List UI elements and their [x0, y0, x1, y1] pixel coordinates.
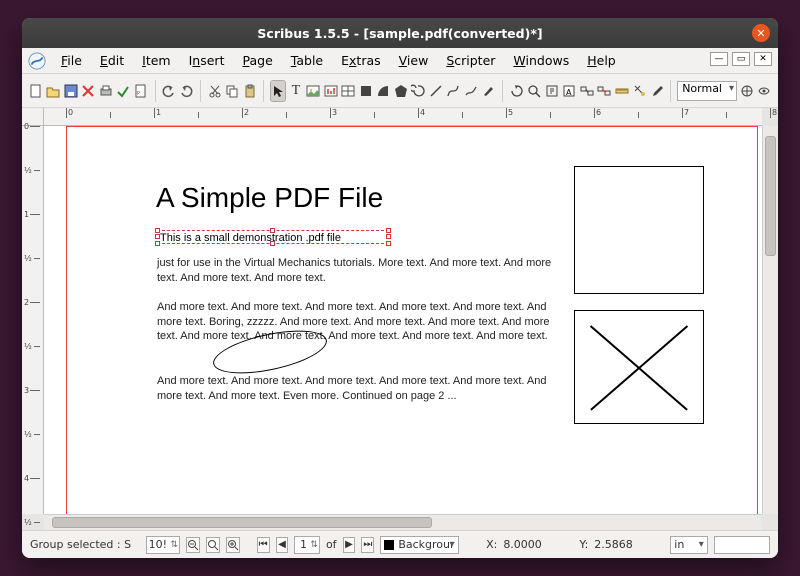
svg-text:P: P: [137, 91, 140, 97]
unit-label: in: [674, 538, 684, 551]
select-tool[interactable]: [270, 80, 286, 102]
horizontal-scroll-thumb[interactable]: [52, 517, 432, 528]
close-doc-button[interactable]: [81, 80, 97, 102]
menu-windows[interactable]: Windows: [506, 50, 576, 71]
spiral-tool[interactable]: [411, 80, 427, 102]
workspace: 012345678 0½1½2½3½4½ A Simple PDF File T…: [22, 108, 778, 530]
redo-button[interactable]: [179, 80, 195, 102]
toolbar: P T A Normal: [22, 74, 778, 108]
story-editor-tool[interactable]: A: [561, 80, 577, 102]
zoom-input[interactable]: 10!: [146, 536, 180, 554]
layer-select[interactable]: Backgrour: [380, 536, 458, 554]
coord-y-value: 2.5868: [594, 538, 664, 551]
selected-text-frame[interactable]: This is a small demonstration .pdf file: [157, 230, 389, 244]
arc-tool[interactable]: [376, 80, 392, 102]
menu-insert[interactable]: Insert: [182, 50, 232, 71]
preview-mode-label: Normal: [682, 82, 722, 95]
vertical-scrollbar[interactable]: [762, 126, 778, 514]
bezier-tool[interactable]: [446, 80, 462, 102]
menu-scripter[interactable]: Scripter: [439, 50, 502, 71]
paste-button[interactable]: [242, 80, 258, 102]
cut-button[interactable]: [207, 80, 223, 102]
scribus-logo-icon: [28, 52, 46, 70]
menu-edit[interactable]: Edit: [93, 50, 131, 71]
next-page-button[interactable]: ▶: [343, 537, 356, 553]
mdi-close-button[interactable]: ✕: [754, 52, 772, 66]
mdi-restore-button[interactable]: ▭: [732, 52, 750, 66]
preview-button[interactable]: [757, 80, 773, 102]
measure-tool[interactable]: [614, 80, 630, 102]
menu-extras[interactable]: Extras: [334, 50, 388, 71]
zoom-out-button[interactable]: [186, 537, 200, 553]
unit-select[interactable]: in: [670, 536, 708, 554]
zoom-tool[interactable]: [526, 80, 542, 102]
body-paragraph-3[interactable]: And more text. And more text. And more t…: [157, 374, 557, 403]
window-title: Scribus 1.5.5 - [sample.pdf(converted)*]: [257, 26, 542, 41]
menu-table[interactable]: Table: [284, 50, 330, 71]
last-page-button[interactable]: ⏭: [361, 537, 374, 553]
preview-mode-select[interactable]: Normal: [677, 81, 737, 101]
render-frame-tool[interactable]: [323, 80, 339, 102]
first-page-button[interactable]: ⏮: [257, 537, 270, 553]
status-empty-field[interactable]: [714, 536, 770, 554]
zoom-in-button[interactable]: [226, 537, 240, 553]
unlink-frames-tool[interactable]: [596, 80, 612, 102]
page-canvas[interactable]: A Simple PDF File This is a small demons…: [44, 126, 762, 514]
body-paragraph-1[interactable]: just for use in the Virtual Mechanics tu…: [157, 256, 557, 285]
menu-view[interactable]: View: [392, 50, 436, 71]
print-button[interactable]: [98, 80, 114, 102]
shape-tool[interactable]: [358, 80, 374, 102]
app-window: Scribus 1.5.5 - [sample.pdf(converted)*]…: [22, 18, 778, 558]
table-tool[interactable]: [341, 80, 357, 102]
menu-page[interactable]: Page: [235, 50, 279, 71]
export-pdf-button[interactable]: P: [133, 80, 149, 102]
document-heading[interactable]: A Simple PDF File: [156, 182, 383, 214]
freehand-tool[interactable]: [463, 80, 479, 102]
prev-page-button[interactable]: ◀: [276, 537, 289, 553]
vertical-scroll-thumb[interactable]: [765, 136, 776, 256]
new-doc-button[interactable]: [28, 80, 44, 102]
preflight-button[interactable]: [116, 80, 132, 102]
mdi-minimize-button[interactable]: —: [710, 52, 728, 66]
vertical-ruler[interactable]: 0½1½2½3½4½: [22, 126, 44, 514]
image-frame-tool[interactable]: [306, 80, 322, 102]
zoom-reset-button[interactable]: [206, 537, 220, 553]
polygon-tool[interactable]: [393, 80, 409, 102]
horizontal-scrollbar[interactable]: [44, 514, 762, 530]
page-number-input[interactable]: 1: [294, 536, 320, 554]
empty-image-frame[interactable]: [574, 166, 704, 294]
horizontal-ruler[interactable]: 012345678: [44, 108, 762, 126]
menu-help[interactable]: Help: [580, 50, 623, 71]
save-button[interactable]: [63, 80, 79, 102]
copy-button[interactable]: [224, 80, 240, 102]
eyedropper-tool[interactable]: [649, 80, 665, 102]
line-tool[interactable]: [428, 80, 444, 102]
selected-text-content: This is a small demonstration .pdf file: [160, 232, 341, 244]
titlebar: Scribus 1.5.5 - [sample.pdf(converted)*]…: [22, 18, 778, 48]
svg-text:A: A: [566, 88, 572, 97]
toggle-cms-button[interactable]: [739, 80, 755, 102]
edit-contents-tool[interactable]: [544, 80, 560, 102]
text-frame-tool[interactable]: T: [288, 80, 304, 102]
link-frames-tool[interactable]: [579, 80, 595, 102]
body-paragraph-2[interactable]: And more text. And more text. And more t…: [157, 300, 557, 344]
calligraphy-tool[interactable]: [481, 80, 497, 102]
page-of-label: of: [326, 538, 337, 551]
coord-x-value: 8.0000: [503, 538, 573, 551]
open-button[interactable]: [46, 80, 62, 102]
selection-status: Group selected : S: [30, 538, 140, 551]
window-close-button[interactable]: ✕: [752, 24, 770, 42]
coord-x-label: X:: [486, 538, 497, 551]
menubar: FFileile Edit Item Insert Page Table Ext…: [22, 48, 778, 74]
layer-name-label: Backgrour: [398, 538, 454, 551]
copy-props-tool[interactable]: [631, 80, 647, 102]
menu-file[interactable]: FFileile: [54, 50, 89, 71]
undo-button[interactable]: [161, 80, 177, 102]
menu-item[interactable]: Item: [135, 50, 177, 71]
image-frame-placeholder[interactable]: [574, 310, 704, 424]
layer-color-swatch: [384, 540, 394, 550]
rotate-tool[interactable]: [509, 80, 525, 102]
coord-y-label: Y:: [579, 538, 588, 551]
statusbar: Group selected : S 10! ⏮ ◀ 1 of ▶ ⏭ Back…: [22, 530, 778, 558]
